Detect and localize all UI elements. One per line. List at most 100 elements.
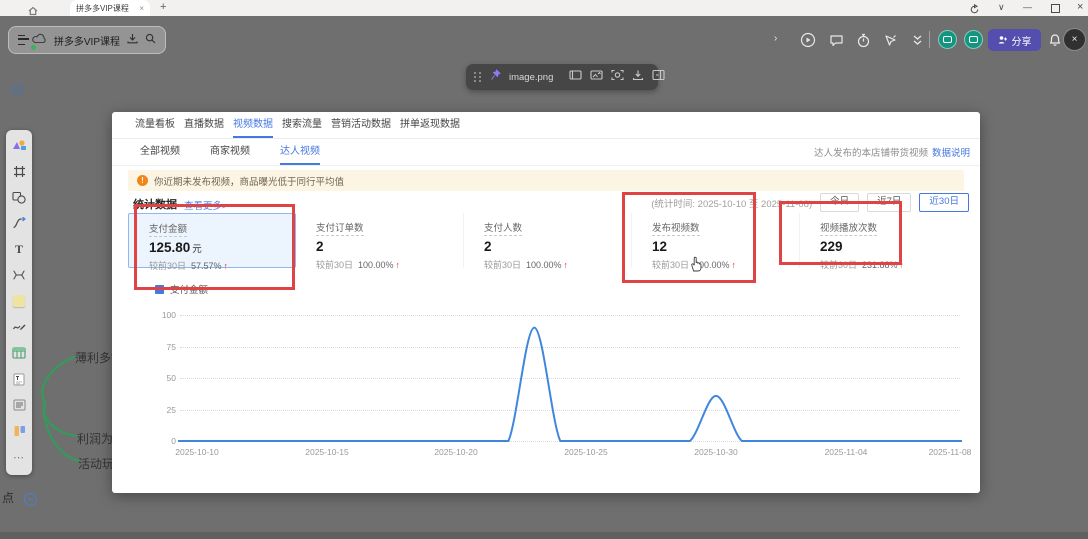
tab-close-icon[interactable]: × [139,4,144,13]
tab-live-data[interactable]: 直播数据 [184,112,224,138]
x-axis-tick: 2025-11-08 [920,447,980,457]
media-tool-icon[interactable] [7,132,31,158]
table-tool-icon[interactable] [7,340,31,366]
analytics-dashboard-image[interactable]: 流量看板 直播数据 视频数据 搜索流量 营销活动数据 拼单返现数据 全部视频 商… [112,112,980,493]
drag-handle-icon[interactable] [474,72,482,81]
app-header-left: 拼多多VIP课程 [8,26,166,54]
x-axis-tick: 2025-10-10 [167,447,227,457]
collaborator-avatar-1[interactable] [938,30,957,49]
kanban-tool-icon[interactable] [7,418,31,444]
y-axis-tick: 100 [142,310,176,320]
replace-image-icon[interactable] [590,68,603,86]
search-icon[interactable] [145,31,156,49]
tab-traffic-board[interactable]: 流量看板 [135,112,175,138]
x-axis-tick: 2025-10-20 [426,447,486,457]
collaborator-avatar-2[interactable] [964,30,983,49]
data-explanation-link[interactable]: 数据说明 [932,145,970,159]
subtab-all-videos[interactable]: 全部视频 [140,139,180,165]
card-title: 支付人数 [484,220,522,236]
zoom-to-fit-icon[interactable] [611,68,624,86]
x-axis-tick: 2025-11-04 [816,447,876,457]
y-axis-tick: 0 [142,436,176,446]
metric-card-pay-orders[interactable]: 支付订单数 2 较前30日100.00%↑ [296,213,464,268]
notification-bell-icon[interactable] [1046,31,1064,49]
collapse-right-icon[interactable]: › [774,33,777,44]
annotation-rect-pay-amount[interactable] [134,204,295,290]
main-tab-bar: 流量看板 直播数据 视频数据 搜索流量 营销活动数据 拼单返现数据 [112,112,980,139]
new-tab-icon[interactable]: + [160,1,166,13]
menu-icon[interactable] [18,35,25,45]
download-icon[interactable] [127,31,138,49]
toolbar-divider [929,31,930,48]
connector-tool-icon[interactable] [7,210,31,236]
mindmap-tool-icon[interactable] [7,262,31,288]
slideshow-icon[interactable] [569,68,582,86]
image-filename: image.png [509,72,553,83]
window-close-icon[interactable]: × [1077,1,1083,13]
presence-badge-icon [11,83,24,96]
y-axis-tick: 50 [142,373,176,383]
scope-note: 达人发布的本店铺带货视频 [814,145,928,159]
timer-icon[interactable] [854,31,872,49]
trend-up-icon: ↑ [396,260,401,270]
share-button[interactable]: 分享 [988,29,1041,51]
y-axis-tick: 75 [142,342,176,352]
download-image-icon[interactable] [632,68,644,86]
card-compare-label: 较前30日 [316,260,353,270]
annotation-rect-video-plays[interactable] [779,201,902,265]
minimize-icon[interactable]: — [1023,2,1032,12]
play-demo-icon[interactable] [799,31,817,49]
y-axis-tick: 25 [142,405,176,415]
card-value: 2 [316,239,324,254]
tool-palette: T ⋯ [6,130,32,475]
tab-marketing-data[interactable]: 营销活动数据 [331,112,391,138]
subtab-merchant-videos[interactable]: 商家视频 [210,139,250,165]
x-axis-tick: 2025-10-15 [297,447,357,457]
shapes-tool-icon[interactable] [7,184,31,210]
document-tool-icon[interactable] [7,366,31,392]
sub-tab-bar: 全部视频 商家视频 达人视频 达人发布的本店铺带货视频 数据说明 [112,138,980,166]
open-panel-icon[interactable] [652,68,665,86]
document-title: 拼多多VIP课程 [54,33,120,48]
user-avatar[interactable]: × [1063,28,1086,51]
sync-status-dot [31,45,36,50]
sticky-note-tool-icon[interactable] [7,288,31,314]
warning-text: 你近期未发布视频，商品曝光低于同行平均值 [154,174,344,188]
home-icon[interactable] [28,3,38,21]
range-30d-button[interactable]: 近30日 [919,193,969,212]
collapse-toolbar-icon[interactable] [908,31,926,49]
pen-tool-icon[interactable] [7,314,31,340]
more-tools-icon[interactable]: ⋯ [7,444,31,470]
frame-tool-icon[interactable] [7,158,31,184]
x-axis-tick: 2025-10-25 [556,447,616,457]
warning-icon: ! [137,175,148,186]
card-change-value: 100.00% [358,260,394,270]
card-value: 2 [484,239,492,254]
card-change-value: 100.00% [526,260,562,270]
comment-icon[interactable] [827,31,845,49]
subtab-influencer-videos[interactable]: 达人视频 [280,139,320,165]
cloud-sync-icon [32,31,47,49]
browser-tab-strip: 拼多多VIP课程 × + ∨ — × [0,0,1088,16]
browser-tab-title: 拼多多VIP课程 [76,3,139,14]
screen: 拼多多VIP课程 × + ∨ — × 拼多多VIP课程 › [0,0,1088,539]
restore-icon[interactable] [1051,4,1060,13]
annotation-rect-published-videos[interactable] [622,192,756,283]
refresh-icon[interactable] [969,2,980,20]
payment-trend-line-chart [178,295,962,445]
pin-icon[interactable] [490,68,501,86]
browser-tab[interactable]: 拼多多VIP课程 × [70,0,150,16]
laser-pointer-icon[interactable] [881,31,899,49]
share-people-icon [998,35,1008,45]
tab-video-data[interactable]: 视频数据 [233,112,273,138]
reaction-emoji-icon[interactable] [24,493,37,506]
chevron-down-icon[interactable]: ∨ [998,2,1005,13]
canvas-text-fragment[interactable]: 点 [2,489,14,506]
list-tool-icon[interactable] [7,392,31,418]
share-label: 分享 [1012,33,1032,48]
text-tool-icon[interactable]: T [7,236,31,262]
tab-group-rebate-data[interactable]: 拼单返现数据 [400,112,460,138]
tab-search-traffic[interactable]: 搜索流量 [282,112,322,138]
card-compare-label: 较前30日 [484,260,521,270]
metric-card-pay-users[interactable]: 支付人数 2 较前30日100.00%↑ [464,213,632,268]
